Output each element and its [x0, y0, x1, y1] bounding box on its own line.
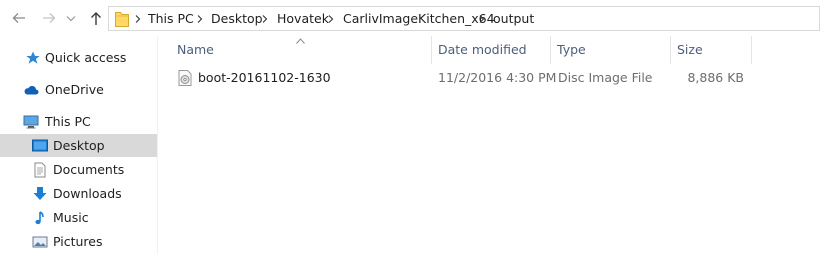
star-icon	[25, 50, 41, 66]
up-button[interactable]	[87, 9, 105, 27]
nav-label: OneDrive	[45, 82, 104, 97]
nav-item-this-pc[interactable]: This PC	[0, 110, 157, 133]
nav-item-documents[interactable]: Documents	[0, 158, 157, 181]
chevron-right-icon	[328, 15, 334, 23]
column-header-type[interactable]: Type	[551, 36, 669, 64]
back-button[interactable]	[10, 9, 28, 27]
chevron-down-icon	[66, 16, 76, 22]
file-date-modified: 11/2/2016 4:30 PM	[438, 70, 557, 85]
breadcrumb-separator[interactable]	[131, 7, 145, 30]
forward-button[interactable]	[40, 9, 58, 27]
nav-label: This PC	[45, 114, 91, 129]
nav-item-music[interactable]: Music	[0, 206, 157, 229]
chevron-right-icon	[135, 15, 141, 23]
computer-icon	[23, 114, 39, 130]
column-divider[interactable]	[751, 36, 752, 64]
documents-icon	[32, 162, 48, 178]
nav-item-downloads[interactable]: Downloads	[0, 182, 157, 205]
column-header-row: Name Date modified Type Size	[158, 36, 821, 64]
address-bar[interactable]: This PC Desktop Hovatek CarlivImageKitch…	[108, 6, 820, 31]
sort-ascending-icon	[296, 38, 305, 44]
chevron-right-icon	[262, 15, 268, 23]
file-name: boot-20161102-1630	[198, 70, 331, 85]
nav-item-desktop[interactable]: Desktop	[0, 134, 157, 157]
cloud-icon	[23, 82, 39, 98]
breadcrumb-output[interactable]: output	[493, 7, 534, 30]
chevron-right-icon	[197, 15, 203, 23]
nav-label: Pictures	[53, 234, 103, 249]
breadcrumb-carlivimagekitchen[interactable]: CarlivImageKitchen_x64	[343, 7, 495, 30]
recent-locations-button[interactable]	[64, 9, 78, 27]
arrow-right-icon	[43, 13, 56, 23]
nav-label: Quick access	[45, 50, 127, 65]
nav-label: Downloads	[53, 186, 122, 201]
arrow-left-icon	[12, 13, 25, 23]
nav-label: Documents	[53, 162, 125, 177]
desktop-icon	[32, 138, 48, 154]
nav-item-onedrive[interactable]: OneDrive	[0, 78, 157, 101]
chevron-right-icon	[479, 15, 485, 23]
file-explorer-window: This PC Desktop Hovatek CarlivImageKitch…	[0, 0, 821, 254]
nav-label: Music	[53, 210, 89, 225]
breadcrumb-separator[interactable]	[475, 7, 489, 30]
nav-item-pictures[interactable]: Pictures	[0, 230, 157, 253]
pictures-icon	[32, 234, 48, 250]
disc-image-icon	[178, 70, 192, 86]
nav-label: Desktop	[53, 138, 105, 153]
breadcrumb-separator[interactable]	[324, 7, 338, 30]
nav-item-quick-access[interactable]: Quick access	[0, 46, 157, 69]
pane-divider[interactable]	[157, 36, 158, 254]
arrow-up-icon	[91, 12, 101, 25]
music-icon	[32, 210, 48, 226]
download-icon	[32, 186, 48, 202]
breadcrumb-hovatek[interactable]: Hovatek	[277, 7, 329, 30]
column-header-date-modified[interactable]: Date modified	[432, 36, 550, 64]
breadcrumb-separator[interactable]	[193, 7, 207, 30]
file-row[interactable]: boot-20161102-1630 11/2/2016 4:30 PM Dis…	[176, 67, 754, 89]
file-size: 8,886 KB	[687, 70, 744, 85]
breadcrumb-this-pc[interactable]: This PC	[148, 7, 194, 30]
column-header-size[interactable]: Size	[671, 36, 751, 64]
address-row: This PC Desktop Hovatek CarlivImageKitch…	[0, 0, 821, 36]
file-type: Disc Image File	[558, 70, 653, 85]
folder-icon	[114, 10, 130, 28]
breadcrumb-separator[interactable]	[258, 7, 272, 30]
breadcrumb-desktop[interactable]: Desktop	[211, 7, 263, 30]
